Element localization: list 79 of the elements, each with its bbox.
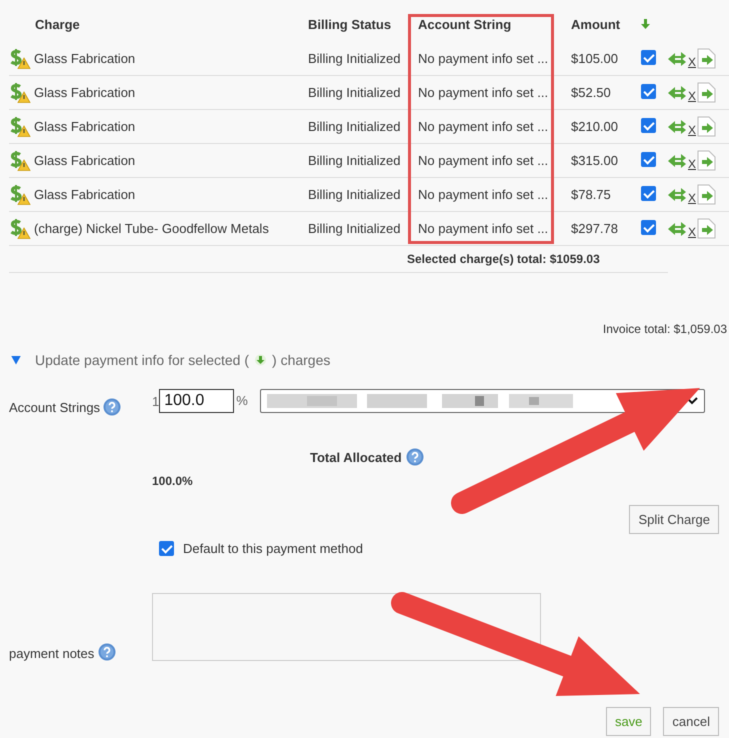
down-arrow-icon[interactable] — [641, 18, 650, 28]
down-arrow-icon — [255, 354, 266, 366]
remove-link[interactable]: X — [688, 156, 696, 170]
help-icon[interactable] — [98, 643, 116, 661]
column-header: Amount — [571, 16, 622, 32]
row-checkbox[interactable] — [641, 186, 656, 200]
amount: $210.00 — [571, 119, 619, 134]
remove-link[interactable]: X — [688, 122, 696, 136]
document-arrow-icon[interactable] — [697, 150, 718, 171]
charge-name: Glass Fabrication — [34, 153, 136, 168]
row-checkbox[interactable] — [641, 84, 656, 98]
remove-link[interactable]: X — [688, 224, 696, 238]
field-label: payment notes — [9, 646, 94, 661]
percent-field[interactable]: 100.0 — [159, 389, 234, 413]
dollar-warning-icon — [9, 184, 31, 204]
row-checkbox[interactable] — [641, 220, 656, 234]
split-arrows-icon[interactable] — [667, 84, 687, 102]
row-checkbox[interactable] — [641, 50, 656, 64]
row-checkbox[interactable] — [641, 118, 656, 132]
split-arrows-icon[interactable] — [667, 152, 687, 170]
account-string: No payment info set ... — [417, 119, 550, 134]
split-arrows-icon[interactable] — [667, 118, 687, 136]
split-arrows-icon[interactable] — [667, 186, 687, 204]
billing-status: Billing Initialized — [308, 85, 402, 100]
account-string: No payment info set ... — [417, 85, 550, 100]
total-allocated-label: Total Allocated — [310, 450, 402, 464]
document-arrow-icon[interactable] — [697, 218, 718, 239]
total-allocated-value: 100.0% — [152, 474, 194, 488]
account-string: No payment info set ... — [417, 187, 550, 202]
row-number: 1 — [152, 394, 160, 409]
charge-name: Glass Fabrication — [34, 119, 136, 134]
split-charge-button[interactable]: Split Charge — [629, 505, 719, 534]
help-icon[interactable] — [103, 398, 122, 416]
amount: $315.00 — [571, 153, 619, 168]
section-title[interactable]: ) charges — [272, 352, 330, 368]
checkbox-label: Default to this payment method — [183, 541, 363, 556]
field-label: Account Strings — [9, 400, 100, 414]
row-checkbox[interactable] — [641, 152, 656, 166]
billing-status: Billing Initialized — [308, 187, 402, 202]
billing-status: Billing Initialized — [308, 119, 402, 134]
charge-name: Glass Fabrication — [34, 187, 136, 202]
help-icon[interactable] — [406, 448, 424, 466]
selected-total: Selected charge(s) total: $1059.03 — [407, 252, 600, 266]
default-checkbox[interactable] — [159, 541, 174, 556]
chevron-down-icon — [686, 397, 698, 405]
column-header: Account String — [417, 16, 512, 32]
remove-link[interactable]: X — [688, 88, 696, 102]
dollar-warning-icon — [9, 48, 31, 68]
amount: $105.00 — [571, 51, 619, 66]
document-arrow-icon[interactable] — [697, 48, 718, 69]
billing-status: Billing Initialized — [308, 221, 402, 236]
billing-status: Billing Initialized — [308, 51, 402, 66]
split-arrows-icon[interactable] — [667, 50, 687, 68]
charge-name: Glass Fabrication — [34, 51, 136, 66]
dollar-warning-icon — [9, 150, 31, 170]
account-string: No payment info set ... — [417, 51, 550, 66]
remove-link[interactable]: X — [688, 54, 696, 68]
amount: $78.75 — [571, 187, 612, 202]
amount: $52.50 — [571, 85, 612, 100]
document-arrow-icon[interactable] — [697, 82, 718, 103]
remove-link[interactable]: X — [688, 190, 696, 204]
dollar-warning-icon — [9, 218, 31, 238]
billing-status: Billing Initialized — [308, 153, 402, 168]
column-header: Billing Status — [308, 16, 392, 32]
dollar-warning-icon — [9, 82, 31, 102]
cancel-button[interactable]: cancel — [663, 707, 719, 736]
document-arrow-icon[interactable] — [697, 116, 718, 137]
account-string: No payment info set ... — [417, 221, 550, 236]
amount: $297.78 — [571, 221, 619, 236]
document-arrow-icon[interactable] — [697, 184, 718, 205]
invoice-total: Invoice total: $1,059.03 — [602, 322, 727, 336]
percent-sign: % — [236, 393, 248, 408]
section-title[interactable]: Update payment info for selected ( — [35, 352, 250, 368]
account-string: No payment info set ... — [417, 153, 550, 168]
charge-name: (charge) Nickel Tube- Goodfellow Metals — [34, 221, 269, 236]
column-header: Charge — [34, 16, 81, 32]
dollar-warning-icon — [9, 116, 31, 136]
split-arrows-icon[interactable] — [667, 220, 687, 238]
charge-name: Glass Fabrication — [34, 85, 136, 100]
